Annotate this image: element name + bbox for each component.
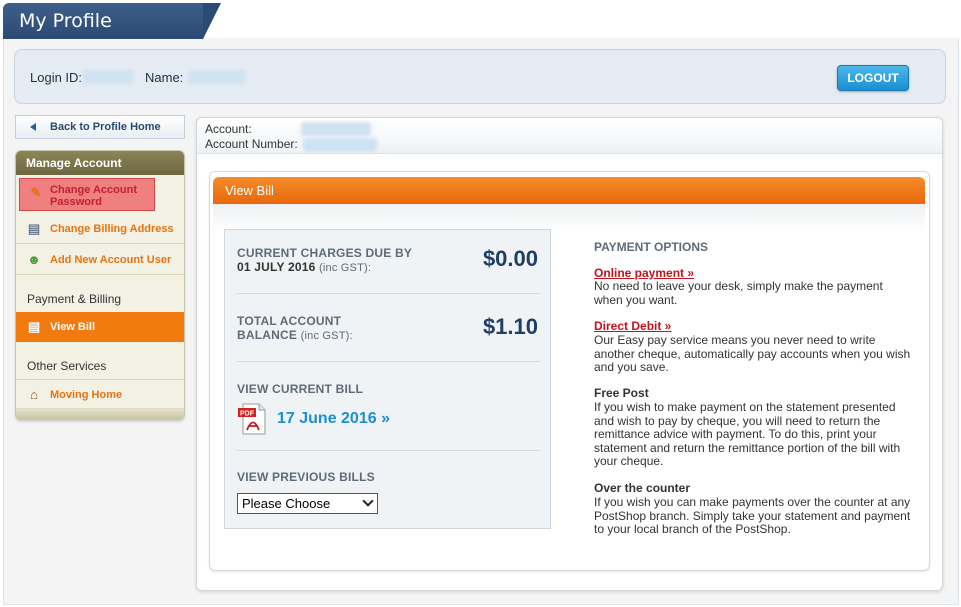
moving-home-label: Moving Home bbox=[50, 389, 123, 401]
previous-bills-selected: Please Choose bbox=[242, 496, 331, 511]
back-arrow-icon bbox=[30, 123, 36, 131]
free-post-title: Free Post bbox=[594, 386, 649, 400]
view-bill-label: View Bill bbox=[50, 321, 96, 333]
sidebar-item-moving-home[interactable]: ⌂ Moving Home bbox=[16, 379, 184, 409]
login-id-value-redacted bbox=[83, 70, 133, 84]
over-the-counter-text: If you wish you can make payments over t… bbox=[594, 495, 911, 536]
sidebar-section-title: Manage Account bbox=[16, 151, 184, 175]
over-the-counter-title: Over the counter bbox=[594, 481, 691, 495]
page-title: My Profile bbox=[19, 10, 112, 32]
payment-billing-section: Payment & Billing bbox=[27, 292, 122, 306]
total-balance-label: TOTAL ACCOUNT BALANCE (inc GST): bbox=[237, 314, 353, 342]
charges-panel: CURRENT CHARGES DUE BY 01 JULY 2016 (inc… bbox=[224, 229, 551, 529]
chevron-down-icon bbox=[362, 495, 374, 507]
sidebar-item-view-bill[interactable]: ▤ View Bill bbox=[16, 312, 184, 342]
svg-text:PDF: PDF bbox=[240, 411, 255, 418]
payment-options-heading: PAYMENT OPTIONS bbox=[594, 240, 709, 254]
sidebar-item-add-account-user[interactable]: ☻ Add New Account User bbox=[16, 245, 184, 275]
view-previous-bills-label: VIEW PREVIOUS BILLS bbox=[237, 470, 375, 484]
address-card-icon: ▤ bbox=[27, 221, 41, 236]
account-number-value-redacted bbox=[303, 138, 377, 152]
account-number-label: Account Number: bbox=[205, 137, 298, 151]
total-balance-amount: $1.10 bbox=[482, 314, 538, 339]
back-link-label: Back to Profile Home bbox=[50, 121, 161, 133]
view-current-bill-label: VIEW CURRENT BILL bbox=[237, 382, 364, 396]
current-charges-gst: (inc GST): bbox=[319, 262, 372, 274]
sidebar-item-change-billing-address[interactable]: ▤ Change Billing Address bbox=[16, 214, 184, 244]
divider bbox=[237, 450, 540, 451]
change-password-label-line1: Change Account bbox=[50, 184, 137, 196]
previous-bills-select[interactable]: Please Choose bbox=[237, 493, 378, 514]
account-value-redacted bbox=[301, 122, 371, 136]
logout-button[interactable]: LOGOUT bbox=[837, 65, 909, 91]
pdf-icon[interactable]: PDF bbox=[237, 402, 269, 436]
current-charges-amount: $0.00 bbox=[482, 246, 538, 271]
login-id-label: Login ID: bbox=[30, 70, 83, 85]
back-to-profile-home-link[interactable]: Back to Profile Home bbox=[15, 115, 185, 139]
add-user-icon: ☻ bbox=[27, 252, 41, 267]
change-password-label-line2: Password bbox=[50, 196, 102, 208]
online-payment-link[interactable]: Online payment » bbox=[594, 266, 694, 280]
divider bbox=[237, 293, 540, 294]
sidebar-item-change-password[interactable]: ✎ Change Account Password bbox=[19, 178, 155, 211]
other-services-section: Other Services bbox=[27, 359, 107, 373]
total-balance-title: TOTAL ACCOUNT bbox=[237, 314, 342, 328]
account-label: Account: bbox=[205, 122, 252, 136]
direct-debit-link[interactable]: Direct Debit » bbox=[594, 319, 671, 333]
online-payment-text: No need to leave your desk, simply make … bbox=[594, 279, 883, 307]
name-value-redacted bbox=[188, 70, 245, 84]
direct-debit-text: Our Easy pay service means you never nee… bbox=[594, 333, 911, 374]
total-balance-title2: BALANCE bbox=[237, 328, 298, 342]
key-icon: ✎ bbox=[30, 185, 42, 200]
current-bill-link[interactable]: 17 June 2016 » bbox=[277, 410, 390, 428]
document-icon: ▤ bbox=[27, 319, 41, 334]
page-title-tab: My Profile bbox=[3, 3, 221, 39]
login-bar: Login ID: Name: LOGOUT bbox=[14, 49, 946, 104]
view-bill-heading: View Bill bbox=[213, 177, 925, 204]
account-info-strip: Account: Account Number: bbox=[197, 118, 942, 154]
sidebar-panel: Manage Account ✎ Change Account Password… bbox=[15, 150, 185, 420]
sidebar-footer bbox=[16, 409, 184, 419]
current-charges-title: CURRENT CHARGES DUE BY bbox=[237, 246, 413, 260]
add-account-user-label: Add New Account User bbox=[50, 254, 172, 266]
current-charges-label: CURRENT CHARGES DUE BY 01 JULY 2016 (inc… bbox=[237, 246, 412, 274]
house-icon: ⌂ bbox=[30, 387, 38, 402]
current-charges-date: 01 JULY 2016 bbox=[237, 260, 316, 274]
free-post-text: If you wish to make payment on the state… bbox=[594, 400, 901, 468]
divider bbox=[237, 361, 540, 362]
change-billing-address-label: Change Billing Address bbox=[50, 223, 174, 235]
name-label: Name: bbox=[145, 70, 184, 85]
total-balance-gst: (inc GST): bbox=[300, 330, 353, 342]
